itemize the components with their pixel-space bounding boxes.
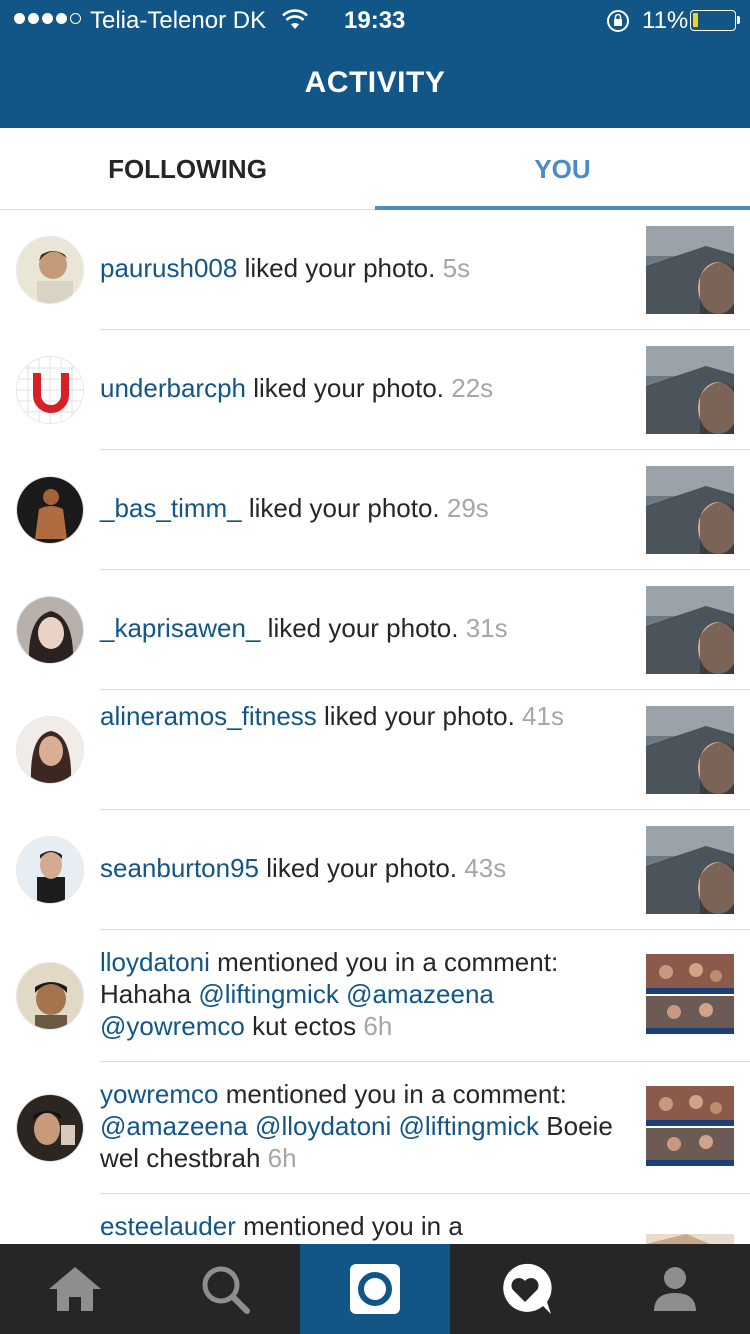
username-link[interactable]: _kaprisawen_ (100, 613, 260, 643)
timestamp: 6h (363, 1011, 393, 1041)
search-icon (202, 1266, 250, 1314)
activity-row[interactable]: yowremco mentioned you in a comment: @am… (0, 1062, 750, 1194)
top-bar: Telia-Telenor DK 19:33 11% ACTIVITY (0, 0, 750, 128)
activity-list[interactable]: paurush008 liked your photo. 5s underbar… (0, 210, 750, 1244)
mention-link[interactable]: @yowremco (100, 1011, 245, 1041)
nav-camera[interactable] (300, 1244, 450, 1334)
wifi-icon (282, 9, 308, 29)
username-link[interactable]: seanburton95 (100, 853, 259, 883)
rotation-lock-icon (607, 10, 629, 32)
activity-text: mentioned you in a (243, 1211, 463, 1241)
photo-thumbnail[interactable] (646, 226, 734, 314)
username-link[interactable]: paurush008 (100, 253, 237, 283)
activity-row[interactable]: underbarcph liked your photo. 22s (0, 330, 750, 450)
nav-profile[interactable] (600, 1244, 750, 1334)
avatar[interactable] (16, 596, 84, 664)
camera-icon (350, 1264, 400, 1314)
photo-thumbnail[interactable] (646, 826, 734, 914)
activity-row[interactable]: _kaprisawen_ liked your photo. 31s (0, 570, 750, 690)
photo-thumbnail[interactable] (646, 952, 734, 1040)
activity-row[interactable]: seanburton95 liked your photo. 43s (0, 810, 750, 930)
comment-text: Hahaha (100, 979, 192, 1009)
nav-home[interactable] (0, 1244, 150, 1334)
comment-text: kut ectos (252, 1011, 357, 1041)
activity-text: liked your photo. (253, 373, 445, 403)
activity-row[interactable]: alineramos_fitness liked your photo. 41s (0, 690, 750, 810)
timestamp: 22s (451, 373, 494, 403)
home-icon (49, 1267, 101, 1311)
status-bar: Telia-Telenor DK 19:33 11% (0, 0, 750, 42)
activity-text: liked your photo. (324, 701, 515, 731)
mention-link[interactable]: @amazeena (100, 1111, 248, 1141)
username-link[interactable]: alineramos_fitness (100, 701, 317, 731)
battery-icon (690, 10, 736, 31)
activity-text: mentioned you in a comment: (217, 947, 559, 977)
timestamp: 31s (465, 613, 508, 643)
username-link[interactable]: underbarcph (100, 373, 246, 403)
page-title: ACTIVITY (304, 66, 446, 99)
tab-bar: FOLLOWING YOU (0, 128, 750, 210)
carrier-name: Telia-Telenor DK (90, 7, 267, 34)
username-link[interactable]: lloydatoni (100, 947, 210, 977)
photo-thumbnail[interactable] (646, 586, 734, 674)
timestamp: 29s (446, 493, 489, 523)
avatar[interactable] (16, 356, 84, 424)
activity-row[interactable]: lloydatoni mentioned you in a comment: H… (0, 930, 750, 1062)
avatar[interactable] (16, 236, 84, 304)
photo-thumbnail[interactable] (646, 466, 734, 554)
activity-text: liked your photo. (244, 253, 436, 283)
activity-text: liked your photo. (267, 613, 459, 643)
avatar[interactable] (16, 1094, 84, 1162)
mention-link[interactable]: @liftingmick (198, 979, 339, 1009)
activity-heart-icon (503, 1263, 552, 1314)
avatar[interactable] (16, 476, 84, 544)
timestamp: 5s (442, 253, 471, 283)
photo-thumbnail[interactable] (646, 346, 734, 434)
bottom-nav (0, 1244, 750, 1334)
clock: 19:33 (344, 7, 406, 34)
avatar[interactable] (16, 962, 84, 1030)
activity-text: liked your photo. (248, 493, 440, 523)
username-link[interactable]: esteelauder (100, 1211, 236, 1241)
nav-search[interactable] (150, 1244, 300, 1334)
activity-row[interactable]: paurush008 liked your photo. 5s (0, 210, 750, 330)
photo-thumbnail[interactable] (646, 1234, 734, 1244)
profile-icon (654, 1267, 696, 1311)
activity-row[interactable]: _bas_timm_ liked your photo. 29s (0, 450, 750, 570)
photo-thumbnail[interactable] (646, 706, 734, 794)
avatar[interactable] (16, 716, 84, 784)
mention-link[interactable]: @liftingmick (399, 1111, 540, 1141)
activity-text: mentioned you in a comment: (225, 1079, 567, 1109)
avatar[interactable] (16, 836, 84, 904)
username-link[interactable]: yowremco (100, 1079, 218, 1109)
activity-text: liked your photo. (266, 853, 458, 883)
nav-activity[interactable] (450, 1244, 600, 1334)
tab-you[interactable]: YOU (375, 128, 750, 210)
mention-link[interactable]: @lloydatoni (255, 1111, 391, 1141)
activity-row[interactable]: esteelauder mentioned you in a (0, 1194, 750, 1244)
username-link[interactable]: _bas_timm_ (100, 493, 242, 523)
mention-link[interactable]: @amazeena (346, 979, 494, 1009)
photo-thumbnail[interactable] (646, 1084, 734, 1172)
signal-strength-icon (14, 13, 81, 24)
tab-following[interactable]: FOLLOWING (0, 128, 375, 210)
battery-percent: 11% (642, 7, 689, 34)
timestamp: 41s (522, 701, 564, 731)
timestamp: 6h (267, 1143, 297, 1173)
timestamp: 43s (464, 853, 507, 883)
